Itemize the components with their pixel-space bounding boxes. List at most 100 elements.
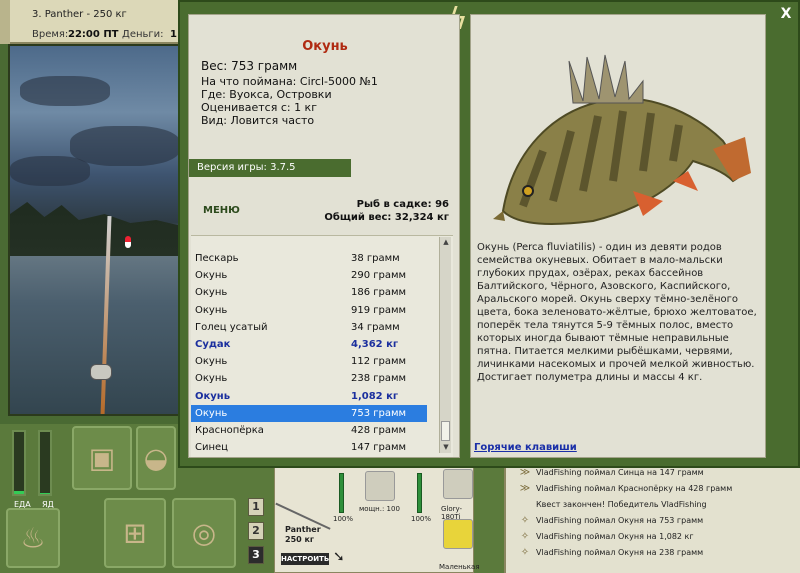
bucket-slot[interactable]: ◎ (172, 498, 236, 568)
catch-row[interactable]: Окунь 186 грамм (191, 284, 427, 301)
fish-name: Окунь (302, 39, 348, 54)
catch-fish-name: Окунь (195, 287, 228, 299)
top-left-strip (0, 0, 10, 44)
catch-fish-name: Краснопёрка (195, 425, 264, 436)
catch-fish-name: Окунь (195, 270, 228, 282)
reel-durability-bar (417, 473, 422, 513)
cloud (70, 126, 178, 166)
catch-fish-weight: 290 грамм (351, 270, 407, 282)
player-rank: 3. Panther - 250 кг (32, 9, 127, 20)
catch-row[interactable]: Окунь 290 грамм (191, 267, 427, 284)
catch-row[interactable]: Синец 147 грамм (191, 439, 427, 456)
time-value: 22:00 ПТ (68, 29, 119, 40)
food-meter (12, 430, 26, 496)
catch-row[interactable]: Пескарь 38 грамм (191, 250, 427, 267)
status-meters: ЕДА ЯД (6, 430, 62, 510)
catch-fish-name: Пескарь (195, 253, 239, 264)
catch-row[interactable]: Голец усатый 34 грамм (191, 319, 427, 336)
cauldron-slot[interactable]: ♨ (6, 508, 60, 568)
setup-button[interactable]: НАСТРОИТЬ (281, 553, 329, 565)
cloud (20, 76, 110, 106)
catch-fish-name: Голец усатый (195, 321, 268, 333)
fish-weight: Вес: 753 грамм (201, 59, 298, 73)
catch-fish-weight: 4,362 кг (351, 339, 399, 350)
menu-button[interactable]: МЕНЮ (203, 205, 240, 216)
lure-icon: ✧ (520, 514, 530, 526)
catch-list[interactable]: Пескарь 38 грамм Окунь 290 грамм Окунь 186 гр… (191, 235, 453, 457)
tackle-box-icon: ▣ (88, 441, 116, 475)
catch-fish-weight: 186 грамм (351, 287, 407, 299)
catch-row[interactable]: Окунь 753 грамм (191, 404, 427, 422)
catch-fish-weight: 238 грамм (351, 373, 407, 385)
reel-power-label: мощн.: 100 (359, 505, 400, 513)
fish-description-panel: Окунь (Perca fluviatilis) - один из девя… (470, 14, 766, 458)
lure-label: Маленькая (439, 563, 480, 571)
lure-icon: ✧ (520, 530, 530, 542)
game-version: Версия игры: 3.7.5 (189, 159, 351, 177)
hotkeys-link[interactable]: Горячие клавиши (474, 442, 577, 453)
fishing-scene[interactable] (8, 44, 180, 416)
tackle-panel: Panther 250 кг НАСТРОИТЬ ➘ 100% мощн.: 1… (274, 464, 480, 573)
caught-on: На что поймана: Circl-5000 №1 (201, 75, 378, 88)
catch-row[interactable]: Окунь 238 грамм (191, 370, 427, 387)
valued-from: Оценивается с: 1 кг (201, 101, 317, 114)
slot-button-1[interactable]: 1 (248, 498, 264, 516)
rod-durability-pct: 100% (333, 515, 354, 523)
reel-slot[interactable] (365, 471, 395, 501)
catch-row[interactable]: Окунь 919 грамм (191, 302, 427, 319)
fish-in-keepnet: Рыб в садке: 96 (356, 199, 449, 210)
catch-fish-weight: 112 грамм (351, 356, 407, 368)
bag-slot[interactable]: ◒ (136, 426, 176, 490)
catch-row[interactable]: Окунь 1,082 кг (191, 388, 427, 405)
catch-row[interactable]: Краснопёрка 428 грамм (191, 422, 427, 439)
bucket-icon: ◎ (191, 516, 217, 550)
poison-meter (38, 430, 52, 496)
arrow-icon[interactable]: ➘ (333, 549, 345, 565)
slot-button-3[interactable]: 3 (248, 546, 264, 564)
catch-row[interactable]: Судак 4,362 кг (191, 336, 427, 353)
fish-icon: ≫ (519, 482, 531, 494)
fish-description: Окунь (Perca fluviatilis) - один из девя… (477, 242, 757, 383)
scroll-thumb[interactable] (441, 421, 450, 441)
catch-list-scrollbar[interactable]: ▲ ▼ (439, 237, 451, 453)
event-feed: ≫ VladFishing поймал Синца на 147 грамм ≫… (504, 462, 800, 573)
feed-item: Квест закончен! Победитель VladFishing (536, 499, 707, 509)
money-value: 1 (170, 29, 177, 40)
catch-fish-name: Синец (195, 442, 228, 454)
catch-fish-weight: 1,082 кг (351, 390, 399, 402)
feed-item: ✧ VladFishing поймал Окуня на 753 грамм (514, 512, 703, 528)
money-label: Деньги: (122, 29, 164, 40)
tackle-box-slot[interactable]: ▣ (72, 426, 132, 490)
line-slot[interactable] (443, 469, 473, 499)
catch-fish-weight: 147 грамм (351, 442, 407, 454)
lure-icon: ✧ (520, 546, 530, 558)
feed-item: ✧ VladFishing поймал Окуня на 238 грамм (514, 544, 703, 560)
tree-line (10, 202, 178, 256)
keepnet-summary: Рыб в садке: 96 Общий вес: 32,324 кг (324, 198, 449, 224)
slot-button-2[interactable]: 2 (248, 522, 264, 540)
catch-fish-name: Окунь (195, 373, 228, 385)
reel-durability-pct: 100% (411, 515, 432, 523)
fishing-float (125, 236, 131, 248)
perch-image (493, 54, 751, 225)
catch-fish-weight: 38 грамм (351, 253, 400, 264)
scroll-up-icon[interactable]: ▲ (440, 238, 452, 246)
cloud (10, 156, 90, 186)
catch-fish-name: Окунь (195, 407, 228, 419)
close-button[interactable]: X (778, 6, 794, 22)
feed-item: ≫ VladFishing поймал Краснопёрку на 428 г… (514, 480, 733, 496)
catch-fish-weight: 34 грамм (351, 321, 400, 333)
scroll-down-icon[interactable]: ▼ (440, 443, 452, 451)
bag-icon: ◒ (143, 441, 169, 475)
lure-slot[interactable] (443, 519, 473, 549)
bait-basket-slot[interactable]: ⊞ (104, 498, 166, 568)
catch-row[interactable]: Окунь 112 грамм (191, 353, 427, 370)
food-meter-fill (14, 490, 24, 494)
catch-fish-name: Окунь (195, 356, 228, 368)
catch-details-panel: Окунь Вес: 753 грамм На что поймана: Cir… (188, 14, 460, 458)
fish-icon: ≫ (519, 466, 531, 478)
time-label: Время: (32, 29, 69, 40)
catch-frequency: Вид: Ловится часто (201, 114, 315, 127)
catch-fish-name: Окунь (195, 304, 228, 316)
catch-fish-weight: 428 грамм (351, 425, 407, 436)
